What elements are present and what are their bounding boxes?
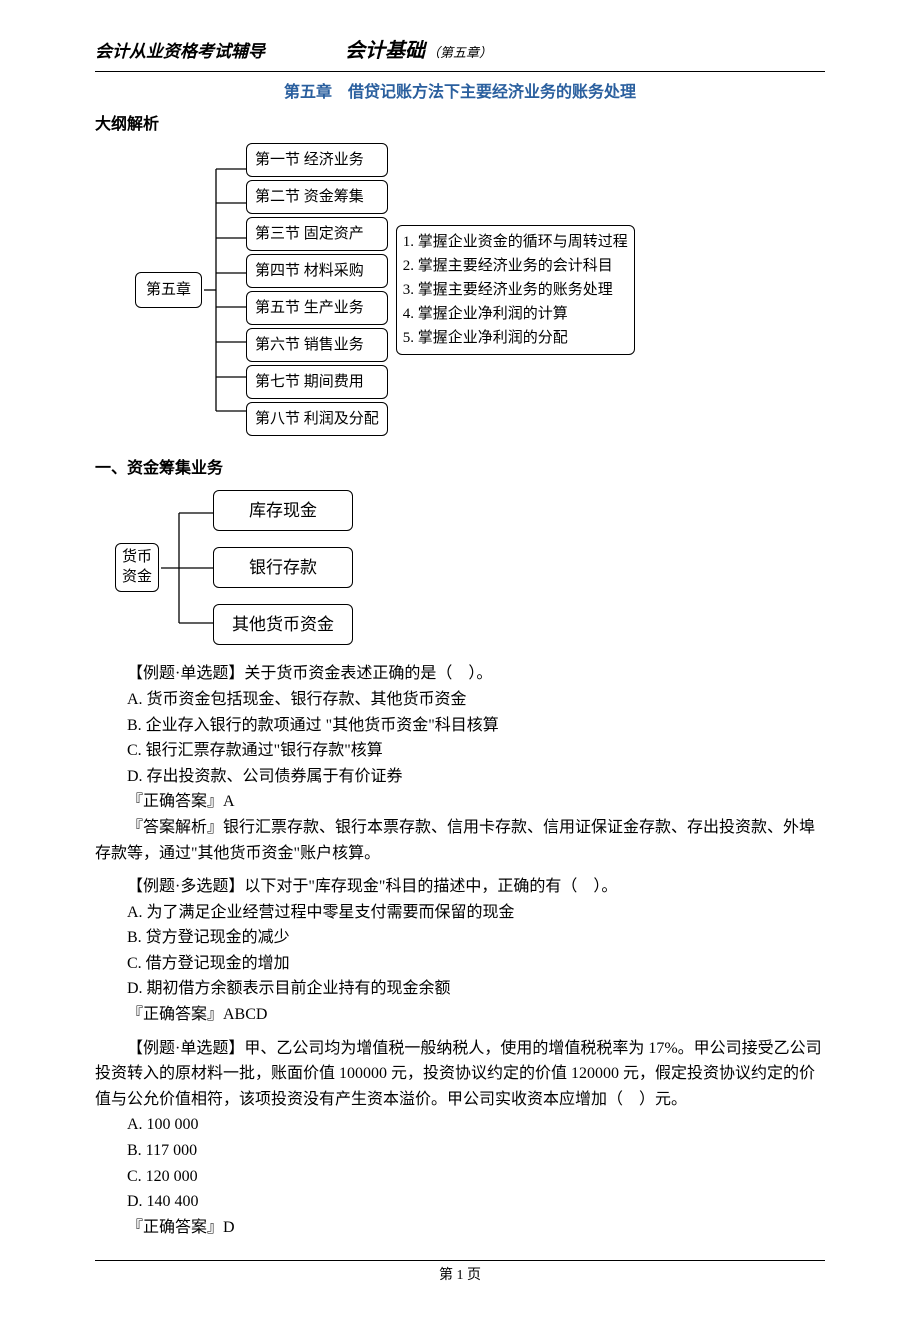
root-line2: 资金 xyxy=(122,569,152,585)
header-subject: 会计基础 xyxy=(345,35,425,67)
outline-heading: 大纲解析 xyxy=(95,112,825,138)
outline-objective: 5. 掌握企业净利润的分配 xyxy=(403,326,628,350)
option-b: B. 企业存入银行的款项通过 "其他货币资金"科目核算 xyxy=(95,713,825,739)
outline-objective: 1. 掌握企业资金的循环与周转过程 xyxy=(403,230,628,254)
option-d: D. 存出投资款、公司债券属于有价证券 xyxy=(95,764,825,790)
outline-section-list: 第一节 经济业务 第二节 资金筹集 第三节 固定资产 第四节 材料采购 第五节 … xyxy=(246,143,388,436)
outline-branch-lines xyxy=(202,152,246,428)
outline-section-item: 第六节 销售业务 xyxy=(246,328,388,362)
question-stem: 【例题·单选题】关于货币资金表述正确的是（ ）。 xyxy=(95,661,825,687)
option-a: A. 货币资金包括现金、银行存款、其他货币资金 xyxy=(95,687,825,713)
answer-explanation: 『答案解析』银行汇票存款、银行本票存款、信用卡存款、信用证保证金存款、存出投资款… xyxy=(95,815,825,866)
outline-section-item: 第一节 经济业务 xyxy=(246,143,388,177)
option-b: B. 贷方登记现金的减少 xyxy=(95,925,825,951)
question-stem: 【例题·多选题】以下对于"库存现金"科目的描述中，正确的有（ ）。 xyxy=(95,874,825,900)
monetary-funds-branch-lines xyxy=(159,493,213,643)
question-stem: 【例题·单选题】甲、乙公司均为增值税一般纳税人，使用的增值税税率为 17%。甲公… xyxy=(95,1036,825,1113)
monetary-funds-item: 其他货币资金 xyxy=(213,604,353,645)
outline-diagram: 第五章 第一节 经济业务 第二节 资金筹集 第三节 固定资产 第四节 材料采购 … xyxy=(135,143,825,436)
outline-section-item: 第二节 资金筹集 xyxy=(246,180,388,214)
outline-section-item: 第四节 材料采购 xyxy=(246,254,388,288)
question-2: 【例题·多选题】以下对于"库存现金"科目的描述中，正确的有（ ）。 A. 为了满… xyxy=(95,874,825,1028)
outline-section-item: 第五节 生产业务 xyxy=(246,291,388,325)
option-d: D. 140 400 xyxy=(95,1189,825,1215)
outline-objective: 4. 掌握企业净利润的计算 xyxy=(403,302,628,326)
page-header: 会计从业资格考试辅导 会计基础 （第五章） xyxy=(95,35,825,67)
outline-root-box: 第五章 xyxy=(135,272,202,308)
monetary-funds-item: 库存现金 xyxy=(213,490,353,531)
correct-answer: 『正确答案』ABCD xyxy=(95,1002,825,1028)
header-rule xyxy=(95,71,825,72)
monetary-funds-item: 银行存款 xyxy=(213,547,353,588)
option-a: A. 100 000 xyxy=(95,1112,825,1138)
correct-answer: 『正确答案』D xyxy=(95,1215,825,1241)
chapter-title: 第五章 借贷记账方法下主要经济业务的账务处理 xyxy=(95,80,825,106)
outline-section-item: 第八节 利润及分配 xyxy=(246,402,388,436)
correct-answer: 『正确答案』A xyxy=(95,789,825,815)
monetary-funds-root-box: 货币 资金 xyxy=(115,543,159,592)
option-d: D. 期初借方余额表示目前企业持有的现金余额 xyxy=(95,976,825,1002)
option-c: C. 120 000 xyxy=(95,1164,825,1190)
monetary-funds-items: 库存现金 银行存款 其他货币资金 xyxy=(213,490,353,646)
root-line1: 货币 xyxy=(122,549,152,565)
header-course: 会计从业资格考试辅导 xyxy=(95,38,265,65)
option-b: B. 117 000 xyxy=(95,1138,825,1164)
question-3: 【例题·单选题】甲、乙公司均为增值税一般纳税人，使用的增值税税率为 17%。甲公… xyxy=(95,1036,825,1241)
outline-objectives-box: 1. 掌握企业资金的循环与周转过程 2. 掌握主要经济业务的会计科目 3. 掌握… xyxy=(396,225,635,355)
outline-section-item: 第三节 固定资产 xyxy=(246,217,388,251)
monetary-funds-diagram: 货币 资金 库存现金 银行存款 其他货币资金 xyxy=(115,490,825,646)
option-a: A. 为了满足企业经营过程中零星支付需要而保留的现金 xyxy=(95,900,825,926)
outline-objective: 3. 掌握主要经济业务的账务处理 xyxy=(403,278,628,302)
question-1: 【例题·单选题】关于货币资金表述正确的是（ ）。 A. 货币资金包括现金、银行存… xyxy=(95,661,825,866)
option-c: C. 银行汇票存款通过"银行存款"核算 xyxy=(95,738,825,764)
section-1-heading: 一、资金筹集业务 xyxy=(95,456,825,482)
header-chapter-sub: （第五章） xyxy=(427,43,492,64)
outline-section-item: 第七节 期间费用 xyxy=(246,365,388,399)
outline-objective: 2. 掌握主要经济业务的会计科目 xyxy=(403,254,628,278)
option-c: C. 借方登记现金的增加 xyxy=(95,951,825,977)
page-number: 第 1 页 xyxy=(95,1265,825,1287)
